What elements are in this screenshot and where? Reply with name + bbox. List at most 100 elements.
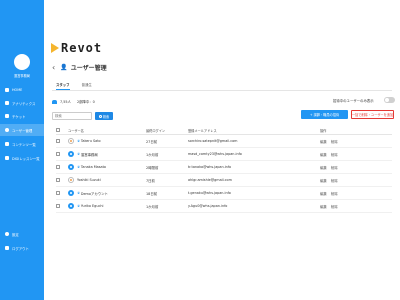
user-email: y.Agu0@whs.japan.info bbox=[188, 204, 228, 208]
avatar bbox=[68, 190, 74, 196]
sidebar-item-label: DIGIレッスン一覧 bbox=[12, 156, 40, 161]
user-count: 7,55人 2部降中：0 bbox=[52, 99, 95, 104]
sidebar-item-content[interactable]: コンテンツ一覧 bbox=[0, 138, 44, 150]
header-email[interactable]: 登録メールアドレス bbox=[188, 128, 320, 133]
lesson-icon bbox=[5, 156, 9, 160]
user-avatar[interactable] bbox=[14, 54, 30, 70]
tab-staff[interactable]: スタッフ bbox=[56, 82, 70, 90]
header-name[interactable]: ユーザー名 bbox=[66, 128, 146, 133]
avatar bbox=[68, 203, 74, 209]
table-row[interactable]: ♛ Demoアカウント 18日前 t.genaku@whs.japan.info… bbox=[56, 187, 392, 200]
tab-bar: スタッフ 普通生 bbox=[56, 82, 104, 90]
last-login: 1か月前 bbox=[146, 152, 159, 157]
delete-link[interactable]: 削除 bbox=[331, 166, 338, 170]
table-header: ユーザー名 最終ログイン 登録メールアドレス 操作 bbox=[56, 126, 392, 135]
delete-link[interactable]: 削除 bbox=[331, 192, 338, 196]
row-checkbox[interactable] bbox=[56, 139, 60, 143]
user-email: ahlgr.amishle@gmail.com bbox=[188, 178, 232, 182]
bulk-user-button[interactable]: 一括で削除・ユーザーを追加 bbox=[351, 110, 394, 119]
admin-icon: ♛ bbox=[77, 139, 80, 143]
logo-play-icon bbox=[51, 43, 59, 53]
admin-icon: ♛ bbox=[77, 152, 80, 156]
edit-link[interactable]: 編集 bbox=[320, 166, 327, 170]
avatar bbox=[68, 151, 74, 157]
table-row[interactable]: ♛ Tanaka Masato 2時間前 tr.tanaka@whs.japan… bbox=[56, 161, 392, 174]
user-name: Tanaka Masato bbox=[80, 165, 106, 169]
sidebar-item-settings[interactable]: 設定 bbox=[0, 228, 44, 240]
home-icon bbox=[5, 88, 9, 92]
sidebar-item-analytics[interactable]: アナリティクス bbox=[0, 97, 44, 109]
edit-link[interactable]: 編集 bbox=[320, 153, 327, 157]
search-button-label: 検索 bbox=[102, 114, 110, 119]
sidebar-item-label: 設定 bbox=[12, 232, 19, 237]
sidebar-item-label: ログアウト bbox=[12, 246, 29, 251]
delete-link[interactable]: 削除 bbox=[331, 153, 338, 157]
edit-link[interactable]: 編集 bbox=[320, 179, 327, 183]
table-row[interactable]: Yoshiki Suzuki 7日前 ahlgr.amishle@gmail.c… bbox=[56, 174, 392, 187]
tab-students[interactable]: 普通生 bbox=[82, 82, 92, 90]
ticket-icon bbox=[5, 114, 9, 118]
user-email: sorchiro.satepnit@gmail.com bbox=[188, 139, 238, 143]
user-name: Takeru Sato bbox=[80, 139, 101, 143]
search-input[interactable] bbox=[52, 112, 92, 120]
invited-only-toggle[interactable] bbox=[384, 97, 395, 103]
sidebar: 運営事務局 HOME アナリティクス チケット ユーザー管理 コンテンツ一覧 D… bbox=[0, 0, 44, 300]
sidebar-user-label: 運営事務局 bbox=[14, 74, 30, 78]
edit-link[interactable]: 編集 bbox=[320, 205, 327, 209]
row-checkbox[interactable] bbox=[56, 178, 60, 182]
total-count: 7,55人 bbox=[60, 100, 71, 104]
header-actions: 操作 bbox=[320, 128, 327, 133]
last-login: 7日前 bbox=[146, 178, 155, 183]
delete-link[interactable]: 削除 bbox=[331, 140, 338, 144]
sidebar-item-logout[interactable]: ログアウト bbox=[0, 242, 44, 254]
edit-link[interactable]: 編集 bbox=[320, 140, 327, 144]
search-button[interactable]: 検索 bbox=[95, 112, 113, 120]
sidebar-item-label: HOME bbox=[12, 88, 23, 92]
sidebar-item-lessons[interactable]: DIGIレッスン一覧 bbox=[0, 152, 44, 164]
invited-only-label: 招待中のユーザーのみ表示 bbox=[333, 99, 374, 103]
row-checkbox[interactable] bbox=[56, 204, 60, 208]
delete-link[interactable]: 削除 bbox=[331, 179, 338, 183]
search-icon bbox=[98, 114, 102, 118]
row-checkbox[interactable] bbox=[56, 191, 60, 195]
avatar bbox=[68, 164, 74, 170]
table-row[interactable]: ♛ Takeru Sato 27日前 sorchiro.satepnit@gma… bbox=[56, 135, 392, 148]
avatar bbox=[68, 177, 74, 183]
row-checkbox[interactable] bbox=[56, 152, 60, 156]
brand-logo[interactable]: Revot bbox=[51, 41, 102, 55]
user-name: Yuriko Eguchi bbox=[80, 204, 104, 208]
table-row[interactable]: ♛ Yuriko Eguchi 1か月前 y.Agu0@whs.japan.in… bbox=[56, 200, 392, 213]
admin-icon: ♛ bbox=[77, 204, 80, 208]
sidebar-item-users[interactable]: ユーザー管理 bbox=[0, 124, 44, 136]
admin-icon: ♛ bbox=[77, 165, 80, 169]
active-count: 2部降中：0 bbox=[76, 100, 95, 104]
user-name: Demoアカウント bbox=[80, 191, 108, 196]
back-chevron-icon[interactable]: ‹ bbox=[52, 63, 55, 72]
user-name: Yoshiki Suzuki bbox=[77, 178, 101, 182]
sidebar-item-label: ユーザー管理 bbox=[12, 128, 33, 133]
users-icon bbox=[5, 128, 9, 132]
page-title: ユーザー管理 bbox=[70, 65, 107, 72]
sidebar-item-home[interactable]: HOME bbox=[0, 84, 44, 96]
edit-link[interactable]: 編集 bbox=[320, 192, 327, 196]
user-name: 運営事務局 bbox=[80, 152, 98, 157]
last-login: 27日前 bbox=[146, 139, 158, 144]
page-header: ‹ 👤 ユーザー管理 bbox=[52, 63, 107, 72]
user-email: t.genaku@whs.japan.info bbox=[188, 191, 231, 195]
row-checkbox[interactable] bbox=[56, 165, 60, 169]
select-all-checkbox[interactable] bbox=[56, 128, 60, 132]
brand-name: Revot bbox=[61, 41, 103, 55]
user-email: tr.tanaka@whs.japan.info bbox=[188, 165, 232, 169]
main-content: Revot ‹ 👤 ユーザー管理 スタッフ 普通生 7,55人 2部降中：0 招… bbox=[44, 0, 400, 300]
sidebar-item-tickets[interactable]: チケット bbox=[0, 110, 44, 122]
divider bbox=[52, 90, 392, 91]
logout-icon bbox=[5, 246, 9, 250]
last-login: 1か月前 bbox=[146, 204, 159, 209]
table-row[interactable]: ♛ 運営事務局 1か月前 masd_comty23@whs.japan.info… bbox=[56, 148, 392, 161]
users-icon: 👤 bbox=[60, 64, 68, 71]
delete-link[interactable]: 削除 bbox=[331, 205, 338, 209]
header-login[interactable]: 最終ログイン bbox=[146, 128, 188, 133]
last-login: 2時間前 bbox=[146, 165, 159, 170]
invite-staff-button[interactable]: + 講師・職員の招待 bbox=[301, 110, 348, 119]
sidebar-item-label: チケット bbox=[12, 114, 26, 119]
